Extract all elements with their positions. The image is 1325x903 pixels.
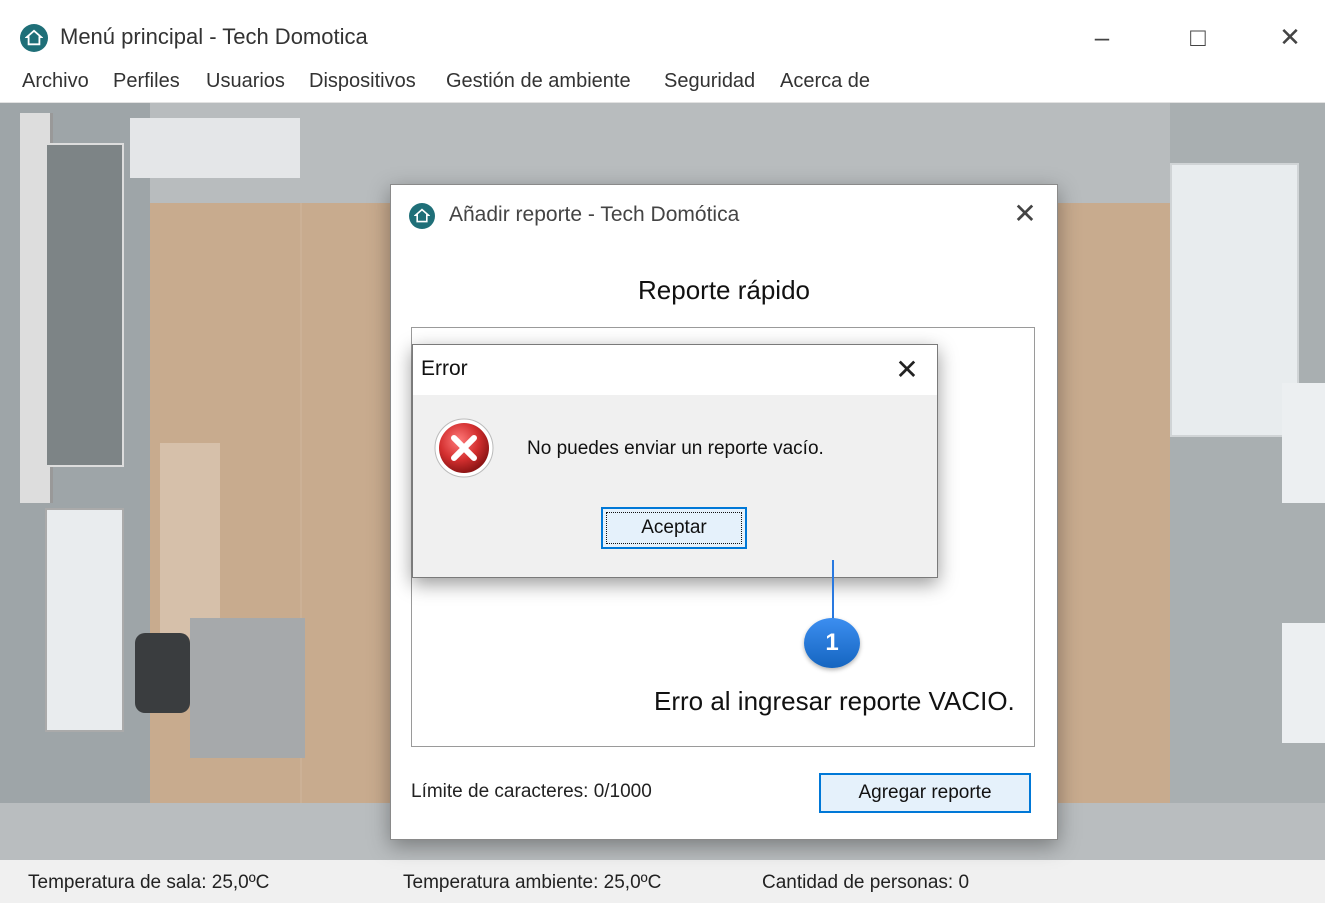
window-title: Menú principal - Tech Domotica <box>60 24 368 49</box>
air-conditioner <box>1282 383 1325 503</box>
focus-ring <box>606 512 742 544</box>
menu-usuarios[interactable]: Usuarios <box>206 70 285 93</box>
menu-seguridad[interactable]: Seguridad <box>664 70 755 93</box>
accept-button[interactable]: Aceptar <box>601 507 747 549</box>
home-icon <box>20 24 48 52</box>
callout-line <box>832 560 834 624</box>
menu-archivo[interactable]: Archivo <box>22 70 89 93</box>
title-bar: Menú principal - Tech Domotica – □ ✕ <box>0 0 1325 62</box>
error-title: Error <box>421 357 468 380</box>
report-heading: Reporte rápido <box>638 275 810 305</box>
callout-badge: 1 <box>804 618 864 670</box>
desk <box>190 618 305 758</box>
error-icon <box>433 417 495 479</box>
menu-acerca-de[interactable]: Acerca de <box>780 70 870 93</box>
callout-text: Erro al ingresar reporte VACIO. <box>654 686 1015 716</box>
menu-perfiles[interactable]: Perfiles <box>113 70 180 93</box>
menu-bar: Archivo Perfiles Usuarios Dispositivos G… <box>0 62 1325 103</box>
people-count: Cantidad de personas: 0 <box>762 872 970 893</box>
room-temperature: Temperatura de sala: 25,0ºC <box>28 872 270 893</box>
error-title-bar: Error ✕ <box>413 345 937 395</box>
maximize-button[interactable]: □ <box>1178 22 1218 53</box>
whiteboard-right <box>1170 163 1299 437</box>
callout-number: 1 <box>804 618 860 668</box>
error-dialog: Error ✕ No puedes enviar un reporte vací… <box>412 344 938 578</box>
chair <box>135 633 190 713</box>
character-counter: Límite de caracteres: 0/1000 <box>411 781 652 802</box>
air-conditioner <box>1282 623 1325 743</box>
dialog-title: Añadir reporte - Tech Domótica <box>449 203 740 226</box>
status-bar: Temperatura de sala: 25,0ºC Temperatura … <box>0 860 1325 903</box>
dialog-close-button[interactable]: ✕ <box>1007 197 1043 230</box>
ceiling-vent <box>130 118 300 178</box>
minimize-button[interactable]: – <box>1082 22 1122 53</box>
close-button[interactable]: ✕ <box>1270 22 1310 53</box>
whiteboard-left <box>45 143 124 467</box>
home-icon <box>409 203 435 229</box>
error-close-button[interactable]: ✕ <box>889 353 925 386</box>
ambient-temperature: Temperatura ambiente: 25,0ºC <box>403 872 662 893</box>
error-message: No puedes enviar un reporte vacío. <box>527 438 824 459</box>
menu-gestion-ambiente[interactable]: Gestión de ambiente <box>446 70 631 93</box>
add-report-button[interactable]: Agregar reporte <box>819 773 1031 813</box>
menu-dispositivos[interactable]: Dispositivos <box>309 70 416 93</box>
sunlight-patch <box>160 443 220 643</box>
window-left <box>45 508 124 732</box>
